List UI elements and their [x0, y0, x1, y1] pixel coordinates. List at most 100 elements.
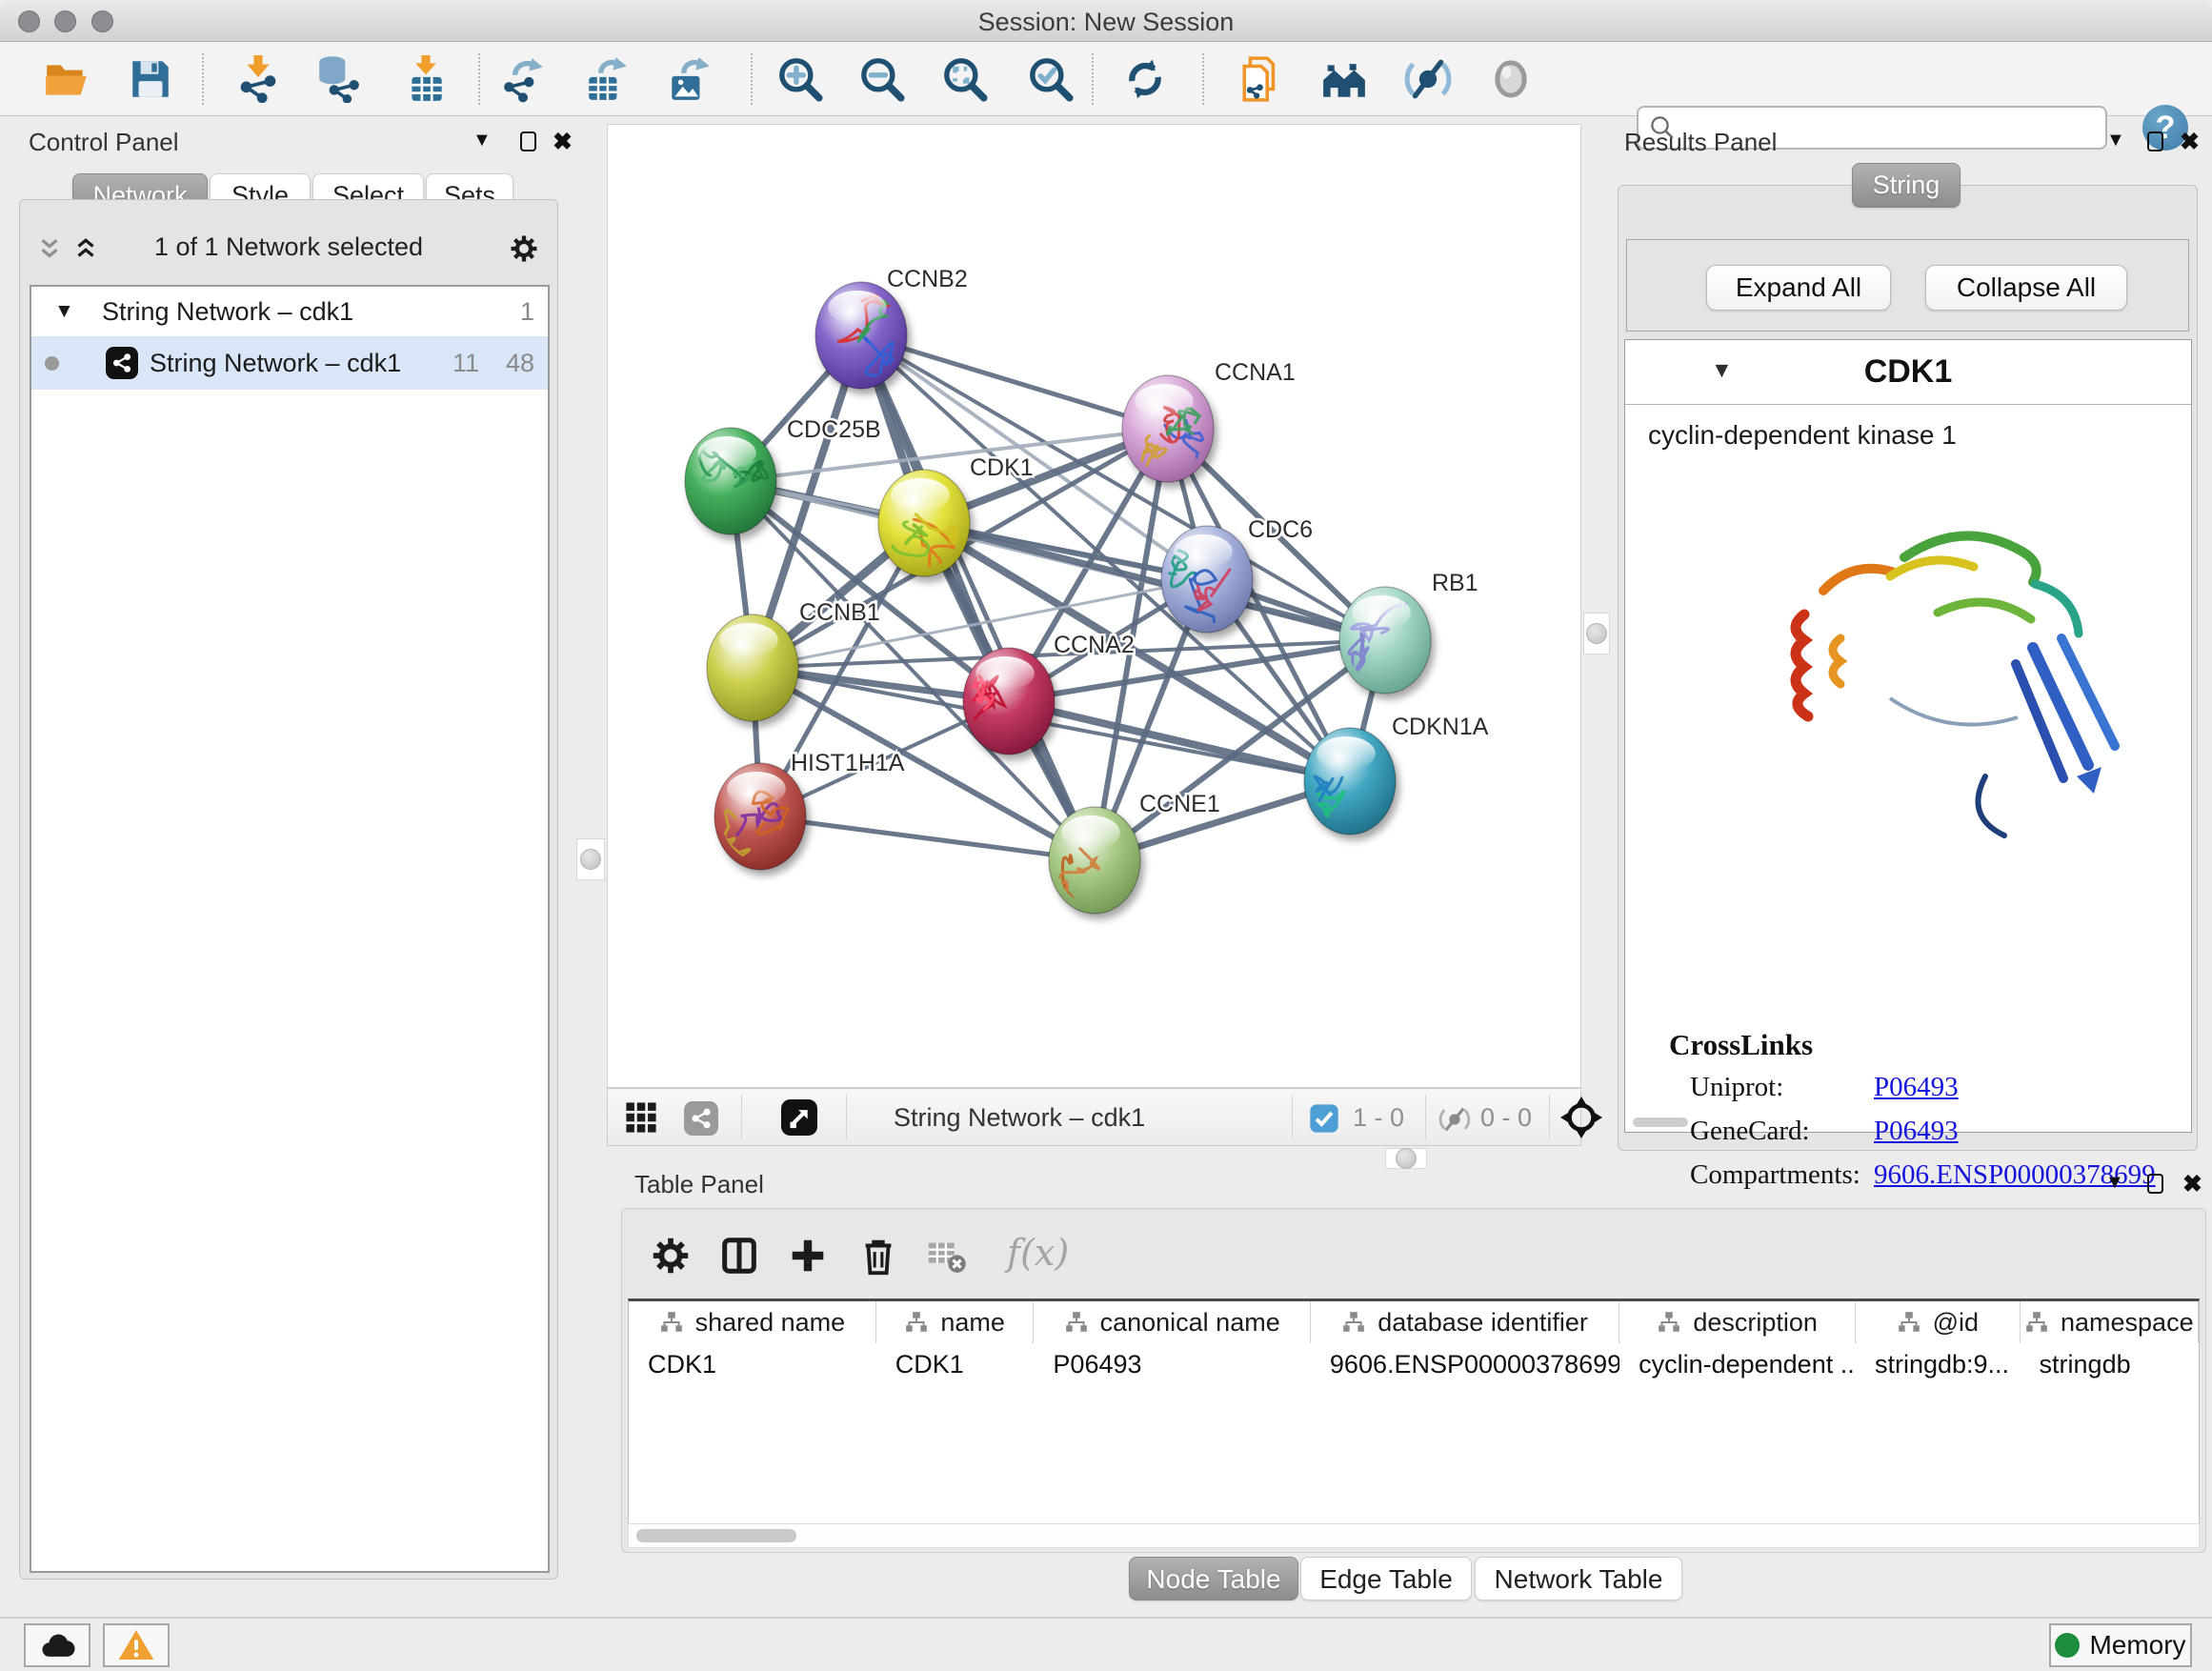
right-splitter-grip[interactable] [1583, 613, 1610, 654]
eye-slash-icon [1404, 55, 1452, 103]
network-view-canvas[interactable]: CCNB2CCNA1CDC25BCDK1CDC6RB1CCNB1CCNA2CDK… [607, 124, 1581, 1088]
function-builder-button[interactable]: f(x) [1007, 1232, 1069, 1274]
network-edge[interactable] [760, 816, 1095, 860]
network-node-hist1h1a[interactable] [714, 763, 806, 870]
selected-checkbox-icon[interactable] [1309, 1103, 1339, 1134]
table-panel-float-button[interactable]: ▼ [2105, 1172, 2124, 1194]
control-panel-maximize-button[interactable] [520, 131, 536, 151]
column-header-shared-name[interactable]: shared name [629, 1301, 876, 1343]
network-node-cdc25b[interactable] [685, 428, 776, 534]
pan-crosshair-icon[interactable] [1560, 1097, 1602, 1138]
network-node-ccnb2[interactable] [815, 282, 907, 389]
node-label: CCNE1 [1139, 791, 1220, 817]
table-cell[interactable]: CDK1 [876, 1343, 1035, 1385]
results-panel-float-button[interactable]: ▼ [2106, 130, 2125, 151]
protein-card-header[interactable]: ▼ CDK1 [1625, 340, 2191, 405]
results-panel-maximize-button[interactable] [2147, 131, 2163, 151]
export-table-button[interactable] [579, 51, 634, 107]
memory-button[interactable]: Memory [2049, 1623, 2192, 1667]
column-header--id[interactable]: @id [1856, 1301, 2021, 1343]
table-cell[interactable]: P06493 [1034, 1343, 1310, 1385]
clipboard-network-button[interactable] [1235, 51, 1290, 107]
network-node-ccnb1[interactable] [707, 614, 798, 721]
column-header-label: @id [1933, 1308, 1979, 1338]
birdseye-view-icon[interactable] [781, 1099, 817, 1136]
network-node-rb1[interactable] [1339, 587, 1431, 694]
results-hscrollbar-thumb[interactable] [1633, 1117, 1688, 1127]
network-node-cdkn1a[interactable] [1304, 728, 1396, 835]
column-header-name[interactable]: name [876, 1301, 1035, 1343]
network-edge[interactable] [861, 335, 1095, 860]
create-column-button[interactable] [782, 1230, 834, 1281]
tab-node-table[interactable]: Node Table [1129, 1557, 1298, 1601]
column-header-namespace[interactable]: namespace [2021, 1301, 2199, 1343]
zoom-out-button[interactable] [855, 51, 910, 107]
export-image-button[interactable] [662, 51, 717, 107]
collection-count: 1 [520, 287, 534, 336]
refresh-button[interactable] [1117, 51, 1173, 107]
cloud-button[interactable] [24, 1623, 90, 1667]
network-edge[interactable] [861, 335, 1168, 429]
table-settings-button[interactable] [645, 1230, 696, 1281]
expand-all-button[interactable]: Expand All [1706, 265, 1891, 311]
warnings-button[interactable] [103, 1623, 170, 1667]
control-panel-close-button[interactable]: ✖ [553, 128, 573, 156]
show-columns-button[interactable] [714, 1230, 765, 1281]
show-glass-button[interactable] [1483, 51, 1538, 107]
import-network-button[interactable] [231, 51, 286, 107]
column-header-description[interactable]: description [1619, 1301, 1856, 1343]
crosslink-link[interactable]: P06493 [1874, 1116, 1959, 1147]
collapse-caret-icon[interactable]: ▼ [54, 287, 74, 336]
network-collection-row[interactable]: ▼ String Network – cdk1 1 [31, 287, 548, 336]
network-node-ccna1[interactable] [1122, 375, 1214, 482]
table-hscrollbar-thumb[interactable] [636, 1529, 796, 1542]
table-hscrollbar[interactable] [628, 1523, 2200, 1548]
network-row-selected[interactable]: String Network – cdk1 11 48 [31, 336, 548, 390]
export-network-button[interactable] [495, 51, 551, 107]
table-cell[interactable]: cyclin-dependent ... [1619, 1343, 1856, 1385]
network-node-cdk1[interactable] [878, 470, 970, 576]
table-cell[interactable]: 9606.ENSP00000378699 [1311, 1343, 1619, 1385]
table-panel-maximize-button[interactable] [2147, 1174, 2163, 1194]
tab-network-table[interactable]: Network Table [1475, 1557, 1682, 1601]
network-edge[interactable] [1009, 701, 1350, 781]
network-node-cdc6[interactable] [1161, 526, 1253, 633]
table-row[interactable]: CDK1CDK1P064939606.ENSP00000378699cyclin… [629, 1343, 2199, 1385]
left-splitter-grip[interactable] [576, 838, 605, 880]
save-session-button[interactable] [123, 51, 178, 107]
node-label: CCNA2 [1054, 632, 1135, 658]
gear-icon[interactable] [508, 232, 540, 265]
folder-open-icon [43, 55, 90, 103]
network-node-ccna2[interactable] [963, 648, 1055, 755]
network-node-ccne1[interactable] [1049, 807, 1140, 914]
open-session-button[interactable] [39, 51, 94, 107]
grid-view-icon[interactable] [625, 1101, 657, 1134]
crosslink-link[interactable]: P06493 [1874, 1072, 1959, 1103]
tab-string[interactable]: String [1852, 163, 1961, 208]
zoom-fit-button[interactable] [937, 51, 993, 107]
zoom-selected-button[interactable] [1023, 51, 1078, 107]
column-header-label: database identifier [1377, 1308, 1588, 1338]
column-header-database-identifier[interactable]: database identifier [1311, 1301, 1619, 1343]
string-home-button[interactable] [1317, 51, 1372, 107]
import-database-button[interactable] [311, 51, 366, 107]
delete-table-button[interactable] [921, 1230, 973, 1281]
hidden-eye-slash-icon[interactable] [1438, 1103, 1471, 1136]
results-panel-close-button[interactable]: ✖ [2180, 128, 2200, 156]
share-view-icon[interactable] [684, 1101, 718, 1136]
hide-glass-button[interactable] [1400, 51, 1456, 107]
import-table-button[interactable] [398, 51, 453, 107]
table-cell[interactable]: stringdb [2021, 1343, 2199, 1385]
control-panel: Control Panel ▼ ✖ NetworkStyleSelectSets… [13, 122, 564, 1581]
node-table: shared namenamecanonical name database id… [628, 1299, 2200, 1523]
table-panel-close-button[interactable]: ✖ [2182, 1170, 2202, 1198]
collapse-all-button[interactable]: Collapse All [1925, 265, 2127, 311]
table-cell[interactable]: CDK1 [629, 1343, 876, 1385]
zoom-in-button[interactable] [773, 51, 828, 107]
tab-edge-table[interactable]: Edge Table [1300, 1557, 1472, 1601]
control-panel-float-button[interactable]: ▼ [473, 130, 492, 151]
delete-columns-button[interactable] [853, 1230, 904, 1281]
table-cell[interactable]: stringdb:9... [1856, 1343, 2021, 1385]
string-network-icon [106, 347, 138, 379]
column-header-canonical-name[interactable]: canonical name [1034, 1301, 1311, 1343]
